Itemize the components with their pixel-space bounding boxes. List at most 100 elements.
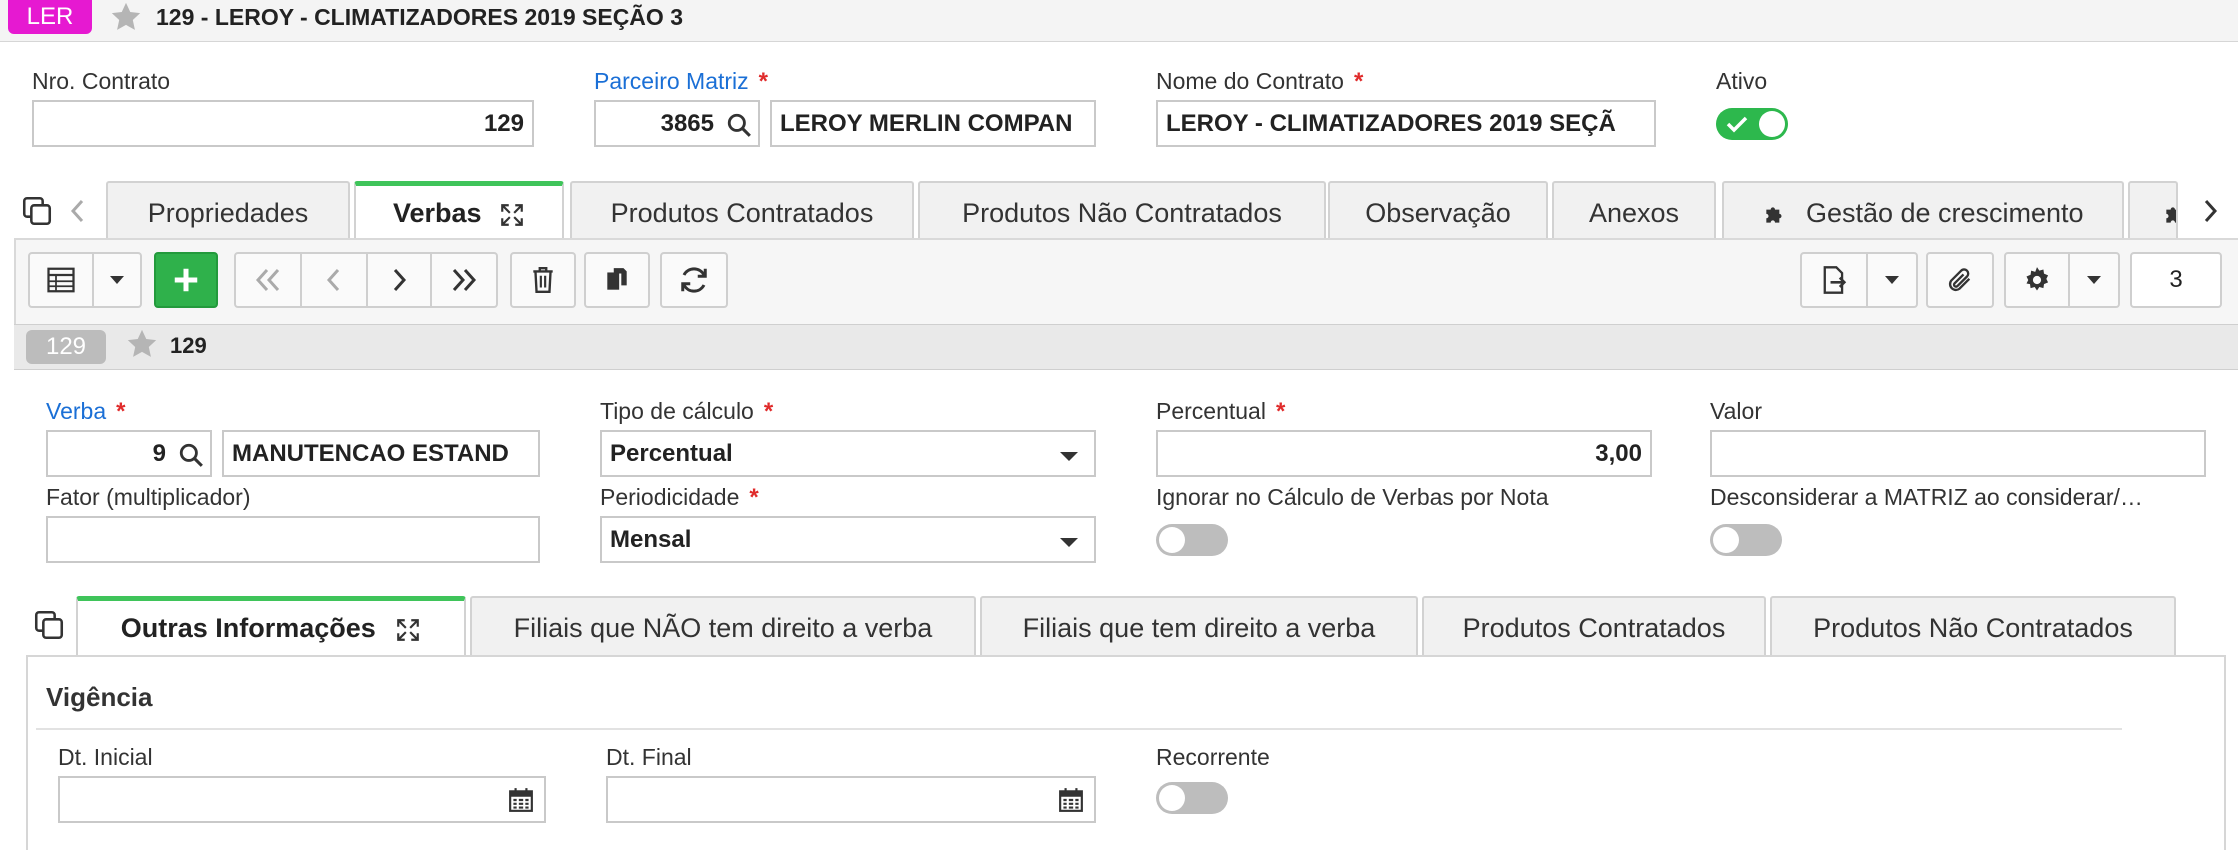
subtab-filiais-direito[interactable]: Filiais que tem direito a verba xyxy=(980,596,1418,656)
dt-inicial-label: Dt. Inicial xyxy=(58,744,153,770)
copy-tabs-icon[interactable] xyxy=(20,194,54,228)
caret-down-icon xyxy=(1885,276,1899,284)
settings-group xyxy=(2004,252,2120,308)
tab-produtos-contratados[interactable]: Produtos Contratados xyxy=(570,181,914,239)
search-icon[interactable] xyxy=(726,112,752,138)
star-icon[interactable] xyxy=(124,327,160,363)
required-mark: * xyxy=(1275,398,1286,425)
refresh-button[interactable] xyxy=(660,252,728,308)
subtab-produtos-contratados[interactable]: Produtos Contratados xyxy=(1422,596,1766,656)
ignorar-label: Ignorar no Cálculo de Verbas por Nota xyxy=(1156,484,1549,510)
subtab-outras-informacoes[interactable]: Outras Informações xyxy=(76,596,466,656)
duplicate-button[interactable] xyxy=(584,252,650,308)
nome-contrato-label: Nome do Contrato * xyxy=(1156,68,1364,95)
search-icon[interactable] xyxy=(178,442,204,468)
navigation-group xyxy=(234,252,498,308)
required-mark: * xyxy=(1353,68,1364,95)
file-export-icon xyxy=(1823,266,1847,294)
subtab-filiais-nao-direito[interactable]: Filiais que NÃO tem direito a verba xyxy=(470,596,976,656)
select-arrow-icon xyxy=(1060,538,1078,547)
fator-field[interactable] xyxy=(46,516,540,563)
settings-button[interactable] xyxy=(2004,252,2070,308)
parceiro-code-value: 3865 xyxy=(660,110,714,137)
double-chevron-left-icon xyxy=(255,268,280,292)
view-dropdown-button[interactable] xyxy=(92,252,142,308)
tab-anexos[interactable]: Anexos xyxy=(1552,181,1716,239)
periodicidade-select[interactable]: Mensal xyxy=(600,516,1096,563)
plus-icon xyxy=(174,268,198,292)
next-record-button[interactable] xyxy=(366,252,432,308)
paperclip-icon xyxy=(1948,268,1971,292)
previous-record-button[interactable] xyxy=(300,252,368,308)
gear-icon xyxy=(2026,267,2049,291)
nro-contrato-field[interactable]: 129 xyxy=(32,100,534,147)
add-button[interactable] xyxy=(154,252,218,308)
expand-icon[interactable] xyxy=(499,202,525,228)
select-arrow-icon xyxy=(1060,452,1078,461)
calendar-icon[interactable] xyxy=(508,787,534,813)
first-record-button[interactable] xyxy=(234,252,302,308)
export-button[interactable] xyxy=(1800,252,1868,308)
attachment-button[interactable] xyxy=(1926,252,1994,308)
record-badge: 129 xyxy=(26,330,106,364)
tipo-calculo-select[interactable]: Percentual xyxy=(600,430,1096,477)
dt-final-field[interactable] xyxy=(606,776,1096,823)
recorrente-toggle[interactable] xyxy=(1156,782,1228,814)
parceiro-name-field[interactable]: LEROY MERLIN COMPAN xyxy=(770,100,1096,147)
export-dropdown-button[interactable] xyxy=(1866,252,1918,308)
page-title: 129 - LEROY - CLIMATIZADORES 2019 SEÇÃO … xyxy=(156,4,683,30)
tab-produtos-nao-contratados[interactable]: Produtos Não Contratados xyxy=(918,181,1326,239)
calendar-icon[interactable] xyxy=(1058,787,1084,813)
tab-overflow[interactable] xyxy=(2128,181,2178,239)
ativo-toggle[interactable] xyxy=(1716,108,1788,140)
parceiro-code-field[interactable]: 3865 xyxy=(594,100,760,147)
valor-field[interactable] xyxy=(1710,430,2206,477)
required-mark: * xyxy=(758,68,768,95)
puzzle-icon xyxy=(1766,207,1782,223)
copy-tabs-icon[interactable] xyxy=(32,608,66,642)
caret-down-icon xyxy=(110,276,124,284)
refresh-icon xyxy=(681,267,707,293)
parceiro-matriz-label[interactable]: Parceiro Matriz * xyxy=(594,68,768,96)
required-mark: * xyxy=(749,484,759,511)
tab-propriedades[interactable]: Propriedades xyxy=(106,181,350,239)
app-badge: LER xyxy=(8,0,92,34)
dt-inicial-field[interactable] xyxy=(58,776,546,823)
delete-button[interactable] xyxy=(510,252,576,308)
percentual-label: Percentual * xyxy=(1156,398,1286,425)
record-bar xyxy=(14,324,2238,370)
tab-verbas[interactable]: Verbas xyxy=(354,181,564,239)
tabs-scroll-left-icon[interactable] xyxy=(66,194,90,228)
last-record-button[interactable] xyxy=(430,252,498,308)
desconsiderar-toggle[interactable] xyxy=(1710,524,1782,556)
valor-label: Valor xyxy=(1710,398,1762,424)
nome-contrato-field[interactable]: LEROY - CLIMATIZADORES 2019 SEÇÃ xyxy=(1156,100,1656,147)
record-label: 129 xyxy=(170,333,207,358)
subtab-produtos-nao-contratados[interactable]: Produtos Não Contratados xyxy=(1770,596,2176,656)
tabs-scroll-right-icon[interactable] xyxy=(2198,194,2222,228)
page-count-badge: 3 xyxy=(2130,252,2222,308)
tab-observacao[interactable]: Observação xyxy=(1328,181,1548,239)
ativo-label: Ativo xyxy=(1716,68,1768,94)
verba-label[interactable]: Verba * xyxy=(46,398,125,426)
verba-name-field[interactable]: MANUTENCAO ESTAND xyxy=(222,430,540,477)
tab-gestao-crescimento[interactable]: Gestão de crescimento xyxy=(1722,181,2124,239)
export-group xyxy=(1800,252,1918,308)
trash-icon xyxy=(533,266,553,294)
star-icon[interactable] xyxy=(108,0,148,34)
fator-label: Fator (multiplicador) xyxy=(46,484,251,510)
copy-icon xyxy=(607,268,627,290)
grid-view-button[interactable] xyxy=(28,252,94,308)
percentual-field[interactable]: 3,00 xyxy=(1156,430,1652,477)
settings-dropdown-button[interactable] xyxy=(2068,252,2120,308)
required-mark: * xyxy=(116,398,126,425)
expand-icon[interactable] xyxy=(395,617,421,643)
vigencia-title: Vigência xyxy=(46,682,153,712)
check-icon xyxy=(1726,116,1748,133)
verba-code-field[interactable]: 9 xyxy=(46,430,212,477)
nro-contrato-label: Nro. Contrato xyxy=(32,68,171,94)
caret-down-icon xyxy=(2087,276,2101,284)
double-chevron-right-icon xyxy=(452,268,477,292)
ignorar-toggle[interactable] xyxy=(1156,524,1228,556)
view-mode-group xyxy=(28,252,142,308)
